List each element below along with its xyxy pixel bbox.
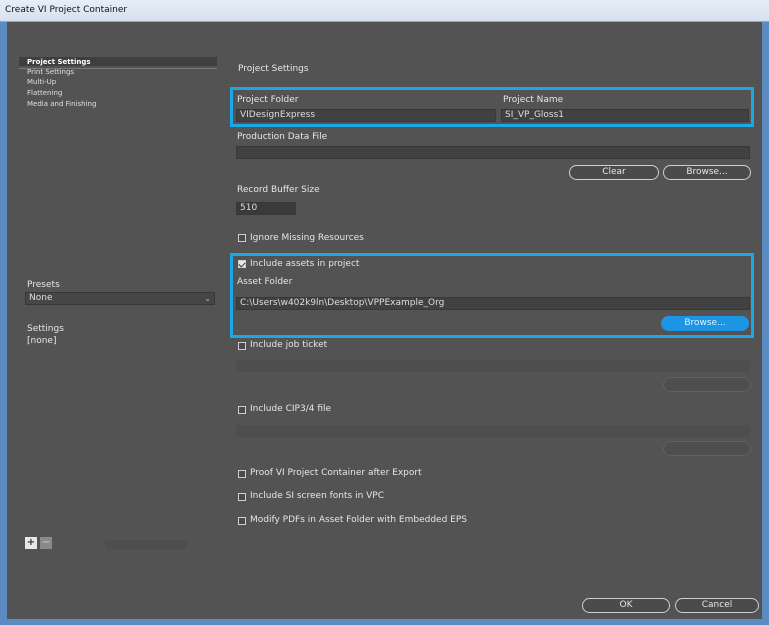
dialog: Project Settings Print Settings Multi-Up…	[7, 22, 762, 619]
record-buffer-field[interactable]: 510	[236, 202, 296, 215]
title-bar: Create VI Project Container	[0, 0, 769, 22]
presets-label: Presets	[27, 280, 60, 290]
chevron-down-icon: ⌄	[204, 294, 211, 303]
include-assets-label: Include assets in project	[250, 259, 360, 269]
proof-vi-label: Proof VI Project Container after Export	[250, 468, 422, 478]
ignore-missing-label: Ignore Missing Resources	[250, 233, 364, 243]
nav-item-print-settings[interactable]: Print Settings	[27, 68, 74, 76]
modify-pdfs-label: Modify PDFs in Asset Folder with Embedde…	[250, 515, 467, 525]
cancel-button[interactable]: Cancel	[675, 598, 759, 613]
proof-vi-checkbox[interactable]	[238, 470, 246, 478]
job-ticket-field-disabled	[236, 360, 750, 372]
ghost-control	[105, 540, 187, 549]
include-cip3-label: Include CIP3/4 file	[250, 404, 332, 414]
nav-item-multi-up[interactable]: Multi-Up	[27, 78, 56, 86]
browse-button[interactable]: Browse...	[663, 165, 751, 180]
window-title: Create VI Project Container	[5, 5, 128, 15]
settings-label: Settings	[27, 324, 64, 334]
remove-preset-button[interactable]: −	[40, 537, 52, 549]
ok-button[interactable]: OK	[582, 598, 670, 613]
project-name-label: Project Name	[503, 95, 564, 105]
production-data-file-field[interactable]	[236, 146, 750, 159]
cip3-browse-disabled	[663, 441, 751, 456]
nav-item-media-finishing[interactable]: Media and Finishing	[27, 100, 96, 108]
presets-value: None	[29, 293, 53, 303]
modify-pdfs-checkbox[interactable]	[238, 517, 246, 525]
nav-item-flattening[interactable]: Flattening	[27, 89, 62, 97]
job-ticket-browse-disabled	[663, 377, 751, 392]
record-buffer-label: Record Buffer Size	[237, 185, 320, 195]
nav-item-project-settings[interactable]: Project Settings	[27, 58, 91, 66]
project-folder-label: Project Folder	[237, 95, 299, 105]
include-si-fonts-label: Include SI screen fonts in VPC	[250, 491, 385, 501]
include-job-ticket-label: Include job ticket	[250, 340, 328, 350]
settings-value: [none]	[27, 336, 57, 346]
section-title: Project Settings	[238, 64, 309, 74]
include-assets-checkbox[interactable]	[238, 260, 246, 268]
project-name-field[interactable]: SI_VP_Gloss1	[501, 109, 749, 122]
include-cip3-checkbox[interactable]	[238, 406, 246, 414]
asset-folder-field[interactable]: C:\Users\w402k9ln\Desktop\VPPExample_Org	[236, 297, 750, 310]
project-folder-field[interactable]: VIDesignExpress	[236, 109, 496, 122]
include-job-ticket-checkbox[interactable]	[238, 342, 246, 350]
asset-folder-label: Asset Folder	[237, 277, 293, 287]
include-si-fonts-checkbox[interactable]	[238, 493, 246, 501]
cip3-field-disabled	[236, 425, 750, 437]
production-data-file-label: Production Data File	[237, 132, 328, 142]
presets-dropdown[interactable]: None ⌄	[25, 292, 215, 305]
asset-browse-button[interactable]: Browse...	[661, 316, 749, 331]
ignore-missing-checkbox[interactable]	[238, 234, 246, 242]
clear-button[interactable]: Clear	[569, 165, 659, 180]
add-preset-button[interactable]: +	[25, 537, 37, 549]
